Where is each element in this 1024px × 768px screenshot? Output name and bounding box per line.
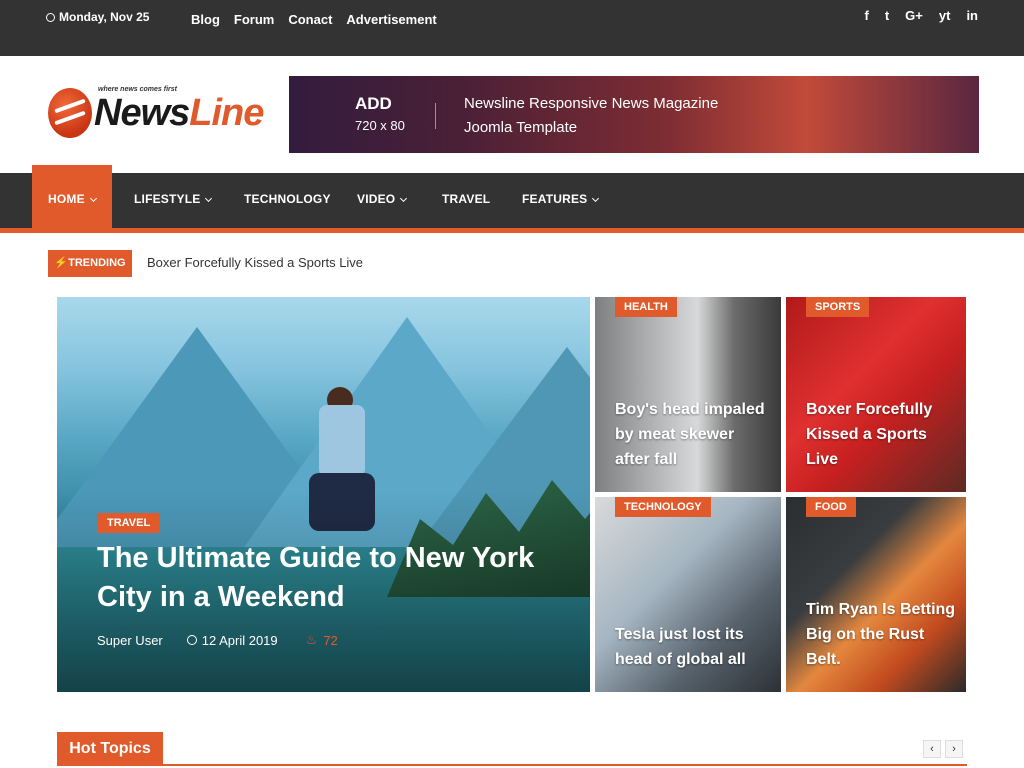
trending-label: TRENDING [68, 257, 126, 269]
lightning-icon: ⚡ [54, 257, 69, 269]
google-plus-icon[interactable]: G+ [905, 8, 923, 23]
main-nav: HOME LIFESTYLE TECHNOLOGY VIDEO TRAVEL F… [0, 165, 1024, 233]
view-count: 72 [323, 632, 338, 648]
category-badge[interactable]: FOOD [806, 497, 856, 517]
nav-item-home[interactable]: HOME [32, 165, 112, 228]
nav-item-lifestyle[interactable]: LIFESTYLE [134, 173, 213, 228]
top-link-blog[interactable]: Blog [191, 12, 220, 27]
carousel-next-button[interactable]: › [945, 740, 963, 758]
hot-topics-section: Hot Topics ‹ › [57, 732, 967, 768]
article-title[interactable]: The Ultimate Guide to New York City in a… [97, 539, 557, 617]
card-title[interactable]: Boy's head impaled by meat skewer after … [615, 397, 765, 472]
article-card-technology[interactable]: TECHNOLOGY Tesla just lost its head of g… [595, 497, 781, 692]
facebook-icon[interactable]: f [864, 8, 868, 23]
category-badge[interactable]: TRAVEL [97, 513, 161, 533]
nav-item-travel[interactable]: TRAVEL [442, 173, 490, 228]
top-link-contact[interactable]: Conact [288, 12, 332, 27]
category-badge[interactable]: SPORTS [806, 297, 870, 317]
site-header: where news comes first NewsLine ADD 720 … [0, 56, 1024, 173]
top-link-advertisement[interactable]: Advertisement [346, 12, 436, 27]
category-badge[interactable]: TECHNOLOGY [615, 497, 711, 517]
nav-item-video[interactable]: VIDEO [357, 173, 408, 228]
publish-date: 12 April 2019 [201, 632, 278, 648]
trending-headline[interactable]: Boxer Forcefully Kissed a Sports Live [147, 255, 363, 270]
nav-item-label: LIFESTYLE [134, 192, 201, 206]
carousel-prev-button[interactable]: ‹ [923, 740, 941, 758]
author-name[interactable]: Super User [97, 633, 163, 648]
chevron-down-icon [400, 194, 408, 203]
ad-label: ADD [355, 94, 392, 113]
top-links: Blog Forum Conact Advertisement [191, 8, 437, 32]
logo-news: News [94, 92, 190, 134]
ad-divider [435, 103, 436, 129]
article-meta: Super User 12 April 2019 ♨ 72 [97, 632, 338, 648]
twitter-icon[interactable]: t [885, 8, 889, 23]
clock-icon [46, 13, 55, 22]
section-title: Hot Topics [57, 732, 163, 766]
ad-banner[interactable]: ADD 720 x 80 Newsline Responsive News Ma… [289, 76, 979, 153]
globe-logo-icon [48, 88, 92, 138]
chevron-down-icon [592, 194, 600, 203]
date-text: Monday, Nov 25 [59, 10, 150, 24]
chevron-down-icon [205, 194, 213, 203]
nav-item-label: VIDEO [357, 192, 396, 206]
card-title[interactable]: Tim Ryan Is Betting Big on the Rust Belt… [806, 597, 956, 672]
clock-icon [186, 635, 197, 645]
site-logo[interactable]: where news comes first NewsLine [48, 86, 264, 142]
ad-description: Newsline Responsive News Magazine Joomla… [464, 95, 719, 136]
nav-item-label: TRAVEL [442, 192, 491, 206]
card-title[interactable]: Boxer Forcefully Kissed a Sports Live [806, 397, 956, 472]
nav-item-label: FEATURES [522, 192, 588, 206]
nav-item-technology[interactable]: TECHNOLOGY [244, 173, 331, 228]
nav-item-label: HOME [48, 192, 85, 206]
flame-icon: ♨ [305, 632, 318, 647]
chevron-down-icon [89, 194, 97, 203]
logo-line: Line [189, 92, 264, 134]
current-date: Monday, Nov 25 [46, 10, 149, 24]
social-links: f t G+ yt in [864, 8, 978, 23]
top-link-forum[interactable]: Forum [234, 12, 274, 27]
ad-size: 720 x 80 [355, 118, 405, 133]
article-card-health[interactable]: HEALTH Boy's head impaled by meat skewer… [595, 297, 781, 492]
card-title[interactable]: Tesla just lost its head of global all [615, 622, 765, 672]
article-card-food[interactable]: FOOD Tim Ryan Is Betting Big on the Rust… [786, 497, 966, 692]
article-card-sports[interactable]: SPORTS Boxer Forcefully Kissed a Sports … [786, 297, 966, 492]
youtube-icon[interactable]: yt [939, 8, 951, 23]
featured-article[interactable]: TRAVEL The Ultimate Guide to New York Ci… [57, 297, 590, 692]
top-bar: Monday, Nov 25 Blog Forum Conact Advertisem… [0, 0, 1024, 56]
logo-wordmark: NewsLine [94, 92, 264, 135]
trending-badge: ⚡TRENDING [48, 250, 132, 277]
person-body [319, 405, 365, 477]
nav-item-features[interactable]: FEATURES [522, 173, 600, 228]
category-badge[interactable]: HEALTH [615, 297, 677, 317]
linkedin-icon[interactable]: in [966, 8, 978, 23]
nav-item-label: TECHNOLOGY [244, 192, 331, 206]
